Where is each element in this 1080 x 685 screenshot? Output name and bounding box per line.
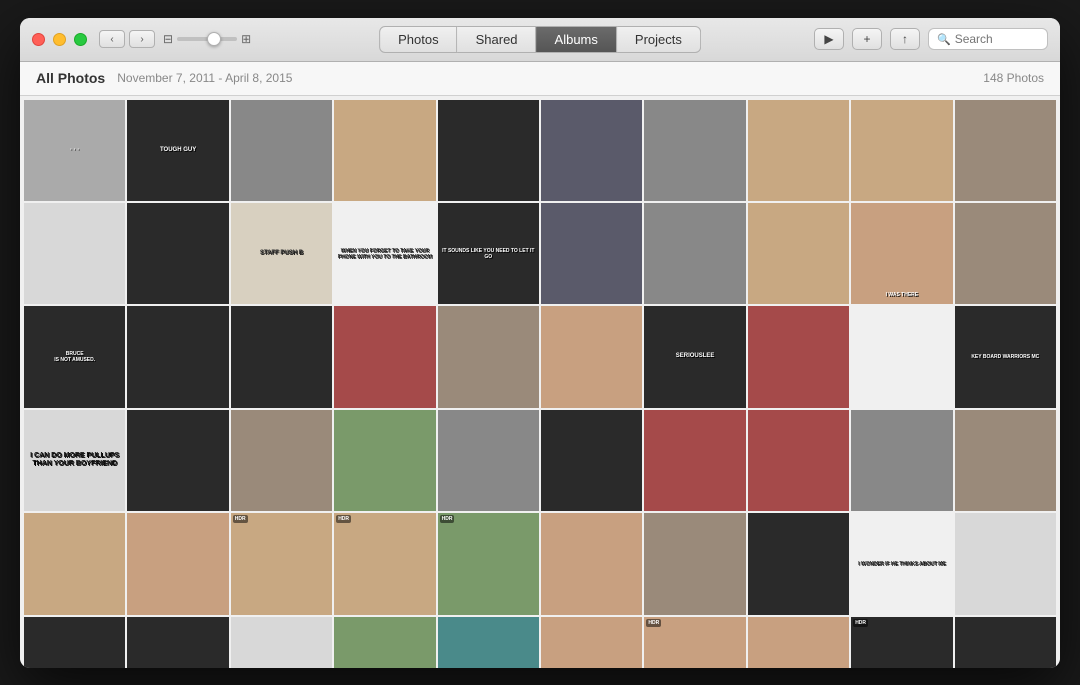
photo-cell[interactable] — [438, 306, 539, 407]
all-photos-label: All Photos — [36, 70, 105, 86]
add-button[interactable]: + — [852, 28, 882, 50]
main-window: ‹ › ⊟ ⊞ Photos Shared Albums Projects ▶ … — [20, 18, 1060, 668]
photo-grid: · · · TOUGH GUY Staff Push B When you fo… — [24, 100, 1056, 668]
photo-cell[interactable]: When you forget to take your phone with … — [334, 203, 435, 304]
forward-button[interactable]: › — [129, 30, 155, 48]
photo-cell[interactable] — [955, 513, 1056, 614]
photo-cell[interactable] — [955, 410, 1056, 511]
photo-cell[interactable] — [541, 617, 642, 668]
photo-cell[interactable]: I CAN DO MORE PULLUPS THAN YOUR BOYFRIEN… — [24, 410, 125, 511]
zoom-slider-area: ⊟ ⊞ — [163, 32, 251, 46]
photo-cell[interactable] — [231, 100, 332, 201]
tab-projects[interactable]: Projects — [617, 26, 701, 53]
photo-cell[interactable] — [541, 306, 642, 407]
photo-grid-container[interactable]: · · · TOUGH GUY Staff Push B When you fo… — [20, 96, 1060, 668]
photo-count: 148 Photos — [983, 71, 1044, 85]
photo-cell[interactable]: IT SOUNDS LIKE YOU NEED TO LET IT GO — [438, 203, 539, 304]
photo-cell[interactable] — [127, 617, 228, 668]
traffic-lights — [32, 33, 87, 46]
photo-cell[interactable]: SERIOUSLEE — [644, 306, 745, 407]
close-button[interactable] — [32, 33, 45, 46]
photo-cell[interactable]: Staff Push B — [231, 203, 332, 304]
photo-cell[interactable] — [955, 203, 1056, 304]
search-icon: 🔍 — [937, 33, 951, 46]
zoom-in-icon: ⊞ — [241, 32, 251, 46]
photo-cell[interactable] — [541, 410, 642, 511]
photo-cell[interactable] — [438, 410, 539, 511]
photo-cell[interactable] — [231, 410, 332, 511]
photo-cell[interactable] — [851, 410, 952, 511]
photo-cell[interactable] — [748, 513, 849, 614]
photo-cell[interactable] — [24, 513, 125, 614]
photo-cell[interactable] — [955, 100, 1056, 201]
photo-cell[interactable]: HDR — [851, 617, 952, 668]
photo-cell[interactable] — [644, 100, 745, 201]
photo-cell[interactable]: · · · — [24, 100, 125, 201]
photo-cell[interactable] — [127, 513, 228, 614]
photo-cell[interactable] — [541, 513, 642, 614]
photo-cell[interactable] — [955, 617, 1056, 668]
photo-cell[interactable] — [748, 410, 849, 511]
tab-shared[interactable]: Shared — [458, 26, 537, 53]
photo-cell[interactable] — [127, 410, 228, 511]
photo-cell[interactable] — [644, 203, 745, 304]
date-range: November 7, 2011 - April 8, 2015 — [117, 71, 292, 85]
photo-cell[interactable] — [334, 410, 435, 511]
photo-cell[interactable]: HDR — [231, 513, 332, 614]
photo-cell[interactable]: TOUGH GUY — [127, 100, 228, 201]
photo-cell[interactable] — [231, 617, 332, 668]
photo-cell[interactable] — [231, 306, 332, 407]
photo-cell[interactable] — [24, 203, 125, 304]
tab-photos[interactable]: Photos — [379, 26, 457, 53]
photo-cell[interactable]: I wonder if he thinks about me — [851, 513, 952, 614]
zoom-slider[interactable] — [177, 37, 237, 41]
photo-cell[interactable] — [127, 203, 228, 304]
photo-cell[interactable] — [644, 513, 745, 614]
title-bar-right: ▶ + ↑ 🔍 — [814, 28, 1048, 50]
back-button[interactable]: ‹ — [99, 30, 125, 48]
photo-cell[interactable]: I WAS THERE — [851, 203, 952, 304]
search-box[interactable]: 🔍 — [928, 28, 1048, 50]
photo-cell[interactable] — [644, 410, 745, 511]
photo-cell[interactable]: HDR — [438, 513, 539, 614]
tab-nav: Photos Shared Albums Projects — [379, 26, 701, 53]
search-input[interactable] — [955, 32, 1045, 46]
photo-cell[interactable] — [438, 100, 539, 201]
share-button[interactable]: ↑ — [890, 28, 920, 50]
photo-cell[interactable]: Bruceis not amused. — [24, 306, 125, 407]
photo-cell[interactable] — [748, 100, 849, 201]
zoom-out-icon: ⊟ — [163, 32, 173, 46]
subtitle-left: All Photos November 7, 2011 - April 8, 2… — [36, 70, 292, 86]
maximize-button[interactable] — [74, 33, 87, 46]
photo-cell[interactable] — [541, 203, 642, 304]
nav-buttons: ‹ › — [99, 30, 155, 48]
photo-cell[interactable] — [334, 617, 435, 668]
photo-cell[interactable] — [851, 100, 952, 201]
tab-albums[interactable]: Albums — [537, 26, 617, 53]
photo-cell[interactable] — [541, 100, 642, 201]
photo-cell[interactable]: HDR — [644, 617, 745, 668]
photo-cell[interactable] — [127, 306, 228, 407]
play-button[interactable]: ▶ — [814, 28, 844, 50]
subtitle-bar: All Photos November 7, 2011 - April 8, 2… — [20, 62, 1060, 96]
title-bar: ‹ › ⊟ ⊞ Photos Shared Albums Projects ▶ … — [20, 18, 1060, 62]
photo-cell[interactable] — [334, 100, 435, 201]
photo-cell[interactable]: KEY BOARD WARRIORS MC — [955, 306, 1056, 407]
photo-cell[interactable] — [24, 617, 125, 668]
photo-cell[interactable] — [438, 617, 539, 668]
photo-cell[interactable] — [851, 306, 952, 407]
photo-cell[interactable] — [334, 306, 435, 407]
minimize-button[interactable] — [53, 33, 66, 46]
photo-cell[interactable]: HDR — [334, 513, 435, 614]
photo-cell[interactable] — [748, 617, 849, 668]
photo-cell[interactable] — [748, 306, 849, 407]
photo-cell[interactable] — [748, 203, 849, 304]
